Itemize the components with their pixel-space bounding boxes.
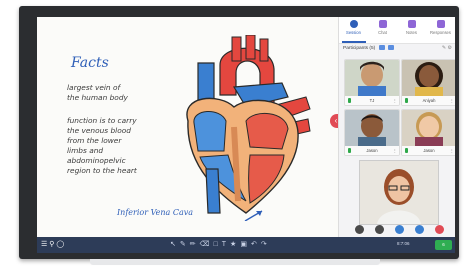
aorta-branch [245,35,256,60]
call-controls [339,223,455,237]
drawing-tools: ↖✎✏⌫□T★▣↶↷ [170,240,271,248]
participant-video [345,60,399,96]
undo-icon[interactable]: ↶ [251,241,261,248]
participant-tile[interactable]: Jason ⋮ [401,109,455,156]
highlighter-icon[interactable]: ✏ [190,241,200,248]
live-badge[interactable]: 6 [435,240,452,250]
stamp-icon[interactable]: ★ [230,241,240,248]
participant-tile[interactable]: Jason ⋮ [344,109,400,156]
key-icon[interactable]: ⚲ [49,241,54,248]
participants-label: Participants (5) [343,45,376,51]
participant-tile[interactable]: Aniyah ⋮ [401,59,455,106]
responses-icon [436,20,445,28]
aorta-branch [231,36,242,62]
view-icon[interactable]: ◯ [56,241,64,248]
settings-icon[interactable]: ⚙ [448,45,452,51]
participant-bar: Aniyah ⋮ [402,96,455,105]
participant-bar: Jason ⋮ [345,146,399,155]
tab-label: Responses [430,30,451,35]
shape-icon[interactable]: □ [214,241,222,248]
teacher-video[interactable] [359,160,439,225]
septum [231,126,241,202]
participant-tile[interactable]: TJ ⋮ [344,59,400,106]
session-icon [349,20,358,28]
chat-icon [378,20,387,28]
display-stand [90,259,380,265]
participant-name: Jason [366,148,378,153]
grid-view-icon[interactable] [378,45,385,50]
toolbar-left: ☰ ⚲ ◯ [41,240,64,248]
participant-name: Jason [423,148,435,153]
pen-icon[interactable]: ✎ [180,241,190,248]
participant-video [345,110,399,146]
camera-icon[interactable] [355,225,364,234]
text-icon[interactable]: T [222,241,230,248]
participant-bar: Jason ⋮ [402,146,455,155]
heart-illustration [186,35,311,221]
raise-hand-icon[interactable] [415,225,424,234]
select-icon[interactable]: ↖ [170,241,180,248]
fact-vein: largest vein of the human body [67,83,128,102]
redo-icon[interactable]: ↷ [261,241,271,248]
eraser-icon[interactable]: ⌫ [200,241,214,248]
facts-title: Facts [71,55,109,71]
screen-share-icon[interactable] [395,225,404,234]
pen-icon[interactable]: ✎ [442,45,446,51]
active-tab-indicator [342,41,366,43]
vena-cava-caption: Inferior Vena Cava [117,208,193,217]
fact-function: function is to carry the venous blood fr… [67,116,137,175]
screen: Facts largest vein of the human body fun… [37,17,455,253]
panel-tabs: Session Chat Notes Responses [339,17,455,44]
tab-label: Session [346,30,361,35]
participant-tools: ✎ ⚙ [442,45,452,51]
more-icon[interactable]: ⋮ [393,146,397,155]
share-icon[interactable] [387,45,394,50]
participant-name: TJ [369,98,375,103]
frame-icon[interactable]: ▣ [240,241,251,248]
menu-icon[interactable]: ☰ [41,241,47,248]
tab-notes[interactable]: Notes [397,20,426,35]
session-timer: 8:7:06 [397,241,410,246]
left-atrium [245,112,289,150]
tab-label: Chat [378,30,387,35]
end-call-icon[interactable] [435,225,444,234]
bottom-toolbar: ☰ ⚲ ◯ ↖✎✏⌫□T★▣↶↷ 8:7:06 6 [37,237,455,253]
more-icon[interactable]: ⋮ [393,96,397,105]
participant-video [402,60,455,96]
aorta-branch [259,38,269,62]
participant-name: Aniyah [422,98,436,103]
more-icon[interactable]: ⋮ [450,146,454,155]
participant-bar: TJ ⋮ [345,96,399,105]
whiteboard-canvas[interactable]: Facts largest vein of the human body fun… [37,17,334,237]
tab-label: Notes [406,30,417,35]
right-atrium [193,111,227,152]
more-icon[interactable]: ⋮ [450,96,454,105]
tab-responses[interactable]: Responses [426,20,455,35]
tab-session[interactable]: Session [339,20,368,35]
participant-video [402,110,455,146]
tab-chat[interactable]: Chat [368,20,397,35]
participants-header: Participants (5) [343,45,394,51]
session-panel: Session Chat Notes Responses Participant… [338,17,455,237]
inferior-vena-cava [205,168,221,214]
notes-icon [407,20,416,28]
teacher-photo [360,161,438,224]
mic-toggle-icon[interactable] [375,225,384,234]
